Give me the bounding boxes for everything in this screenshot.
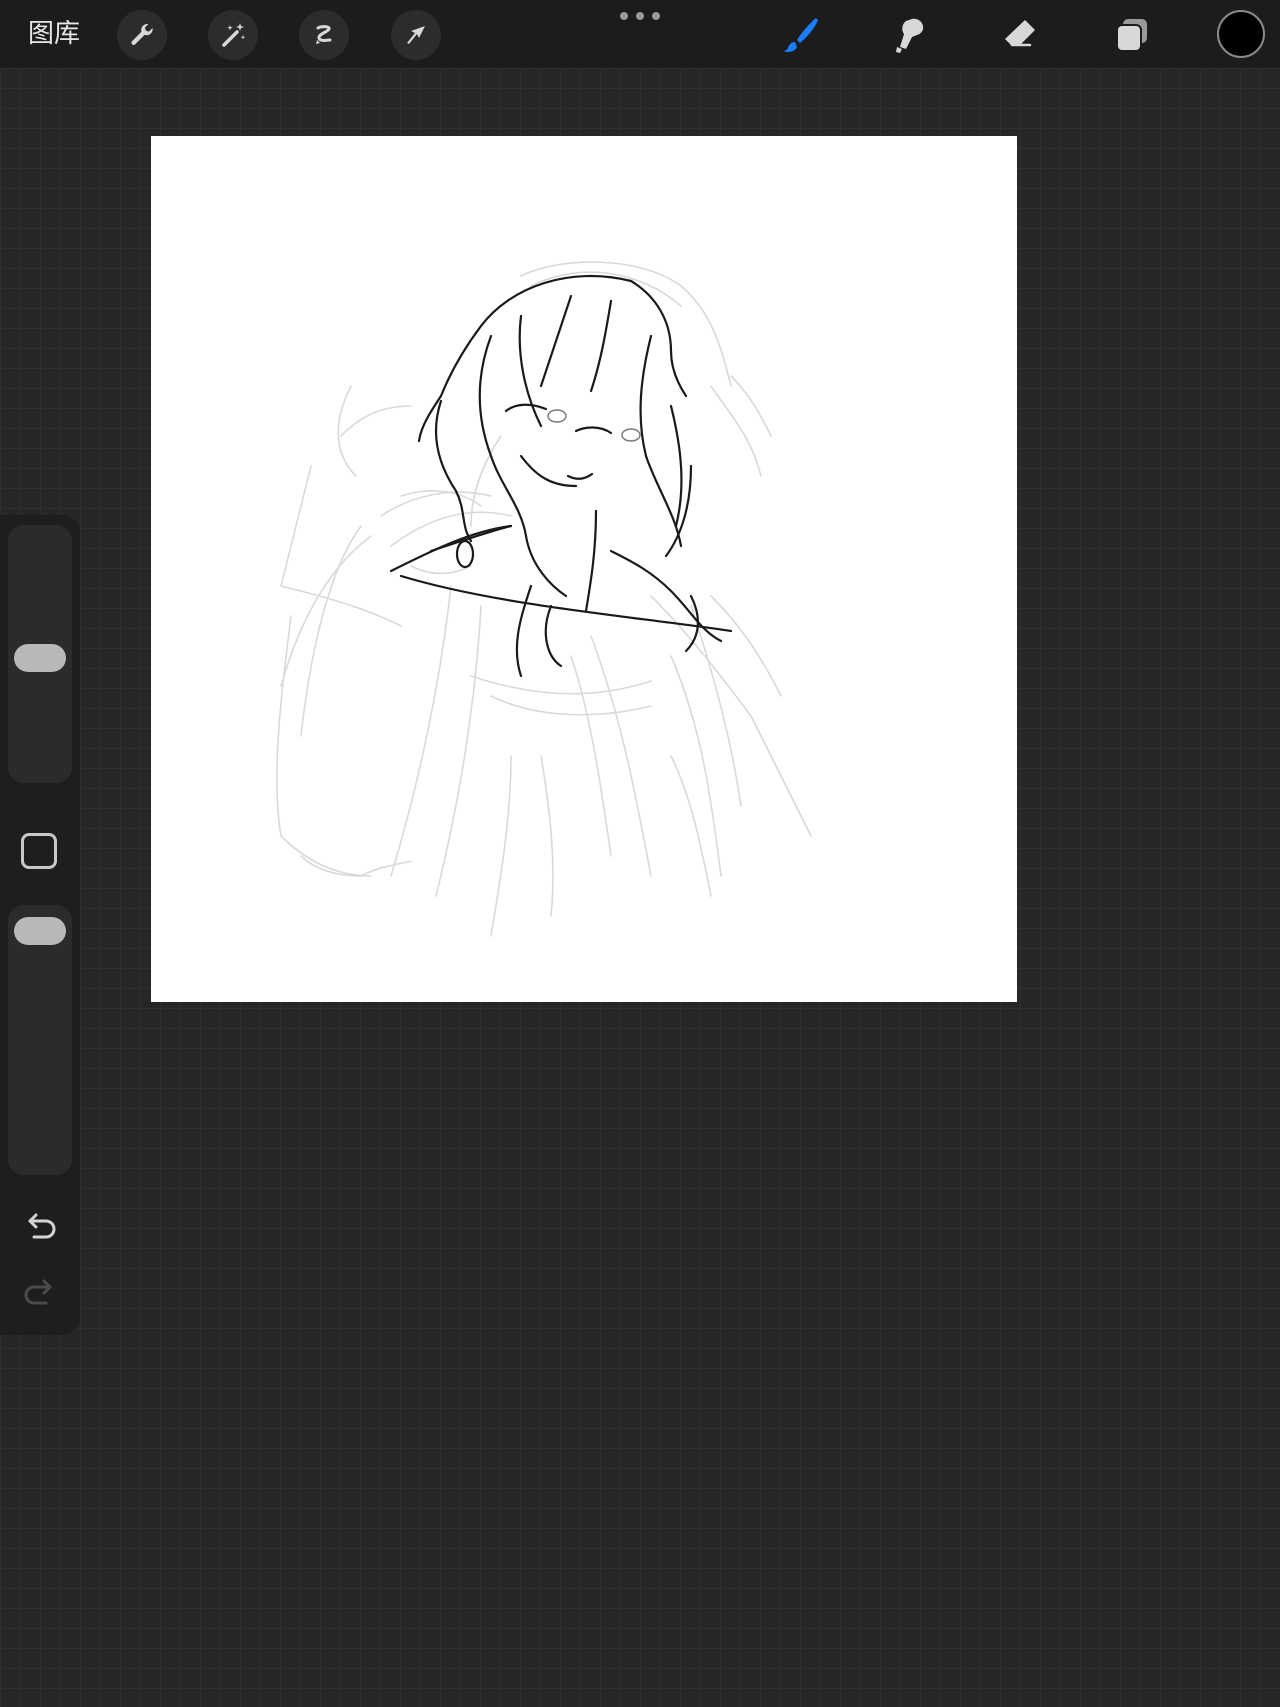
layers-button[interactable] (1108, 12, 1154, 58)
brush-size-slider[interactable] (8, 525, 72, 783)
modify-square-icon[interactable] (21, 833, 57, 869)
sketch-artwork (276, 261, 812, 937)
eraser-icon (1005, 20, 1035, 47)
transform-arrow-icon (407, 26, 425, 44)
more-options-icon[interactable] (620, 10, 660, 22)
color-picker[interactable] (1217, 10, 1265, 58)
drawing-canvas[interactable] (151, 136, 1017, 1002)
adjustments-button[interactable] (208, 10, 258, 60)
top-toolbar: 图库 (0, 0, 1280, 68)
transform-button[interactable] (391, 10, 441, 60)
magic-wand-icon (222, 23, 246, 47)
left-sidebar (0, 515, 80, 1335)
undo-icon[interactable] (18, 1207, 62, 1247)
smudge-icon (896, 18, 924, 53)
brush-icon (783, 18, 818, 52)
opacity-slider-thumb[interactable] (14, 917, 66, 945)
wrench-icon (131, 23, 153, 45)
redo-icon[interactable] (18, 1273, 62, 1313)
smudge-button[interactable] (887, 12, 933, 58)
erase-button[interactable] (997, 12, 1043, 58)
brush-size-slider-thumb[interactable] (14, 644, 66, 672)
actions-button[interactable] (117, 10, 167, 60)
layers-icon (1116, 19, 1147, 52)
selection-button[interactable] (299, 10, 349, 60)
opacity-slider[interactable] (8, 905, 72, 1175)
paint-button[interactable] (777, 12, 823, 58)
gallery-button[interactable]: 图库 (28, 18, 80, 50)
selection-icon (316, 25, 332, 44)
